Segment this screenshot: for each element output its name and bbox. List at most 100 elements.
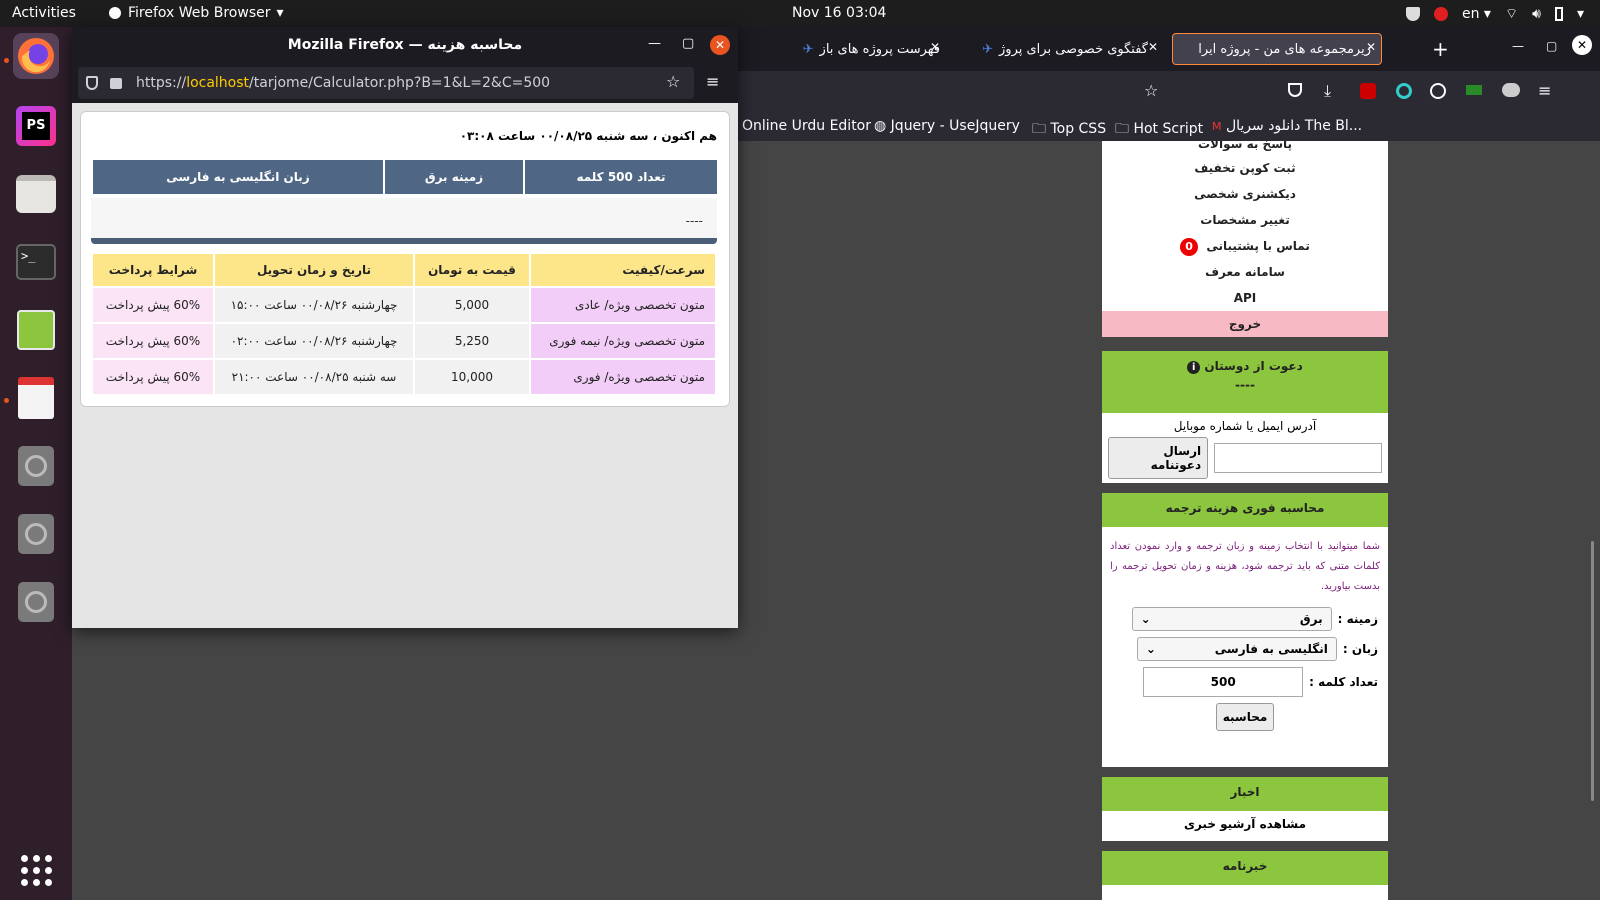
cell-quality: متون تخصصی ویژه/ فوری [531,360,715,394]
cell-price: 5,000 [415,288,529,322]
menu-icon[interactable]: ≡ [1538,81,1551,100]
download-icon[interactable]: ⤓ [1324,81,1331,101]
globe-icon: ◍ [874,118,887,134]
shield-icon[interactable] [86,76,98,90]
news-archive-link[interactable]: مشاهده آرشیو خبری [1102,811,1388,841]
cell-quality: متون تخصصی ویژه/ نیمه فوری [531,324,715,358]
close-icon[interactable]: ✕ [1366,40,1376,54]
language-select[interactable]: انگلیسی به فارسی ⌄ [1136,637,1337,661]
system-top-bar: Activities Firefox Web Browser ▾ Nov 16 … [0,0,1600,27]
chevron-down-icon: ⌄ [1140,612,1151,626]
dock-disk-2[interactable] [13,511,59,557]
menu-item-api[interactable]: API [1102,285,1388,311]
dock-terminal[interactable]: >_ [13,239,59,285]
field-select[interactable]: برق ⌄ [1131,607,1332,631]
summary-field: زمینه برق [385,160,523,194]
language-label: زبان : [1342,642,1378,656]
star-icon[interactable]: ☆ [1144,81,1158,100]
invite-code: ---- [1235,378,1255,392]
maximize-button[interactable]: ▢ [682,36,694,51]
invite-input[interactable] [1214,443,1382,473]
volume-icon[interactable]: 🔊︎ [1532,6,1541,22]
menu-icon[interactable]: ≡ [706,72,719,91]
star-icon[interactable]: ☆ [666,72,680,91]
bookmark-serial[interactable]: M دانلود سریال The Bl... [1212,118,1362,134]
col-payment: شرایط پرداخت [93,254,213,286]
tab-private-chat[interactable]: گفتگوی خصوصی برای پروژ ✈ [960,33,1158,65]
maximize-button[interactable]: ▢ [1546,39,1557,53]
minimize-button[interactable]: — [1512,39,1524,53]
network-icon[interactable]: ⌔ [1505,5,1518,23]
dock-text-editor[interactable] [13,307,59,353]
close-window-button[interactable]: ✕ [710,35,730,55]
table-row[interactable]: متون تخصصی ویژه/ فوری 10,000 سه شنبه ۰۰/… [93,360,715,394]
language-indicator[interactable]: en ▾ [1462,6,1491,22]
extension-icon[interactable] [1396,83,1412,99]
firefox-icon [18,38,54,74]
tab-my-subsets[interactable]: زیرمجموعه های من - پروژه ایرا [1172,33,1382,65]
news-panel: اخبار مشاهده آرشیو خبری [1102,777,1388,841]
pin-icon: ✈ [802,41,814,57]
app-menu[interactable]: Firefox Web Browser ▾ [108,5,284,21]
menu-item-exit[interactable]: خروج [1102,311,1388,337]
shield-icon[interactable] [1405,7,1420,21]
menu-item-referral[interactable]: سامانه معرف [1102,259,1388,285]
url-path: /tarjome/Calculator.php?B=1&L=2&C=500 [249,75,551,91]
cell-payment: 60% پیش پرداخت [93,288,213,322]
folder-icon: 🗀 [1032,121,1046,137]
app-grid-icon [20,854,52,886]
menu-item-dictionary[interactable]: دیکشنری شخصی [1102,181,1388,207]
bookmark-urdu-editor[interactable]: Online Urdu Editor [742,118,871,134]
new-tab-button[interactable]: + [1432,37,1449,61]
close-window-button[interactable]: ✕ [1572,35,1592,55]
clock[interactable]: Nov 16 03:04 [792,5,886,21]
calc-header: محاسبه فوری هزینه ترجمه [1102,493,1388,527]
dock-phpstorm[interactable]: PS [13,103,59,149]
minimize-button[interactable]: — [648,36,661,51]
calculator-popup-window: محاسبه هزینه — Mozilla Firefox — ▢ ✕ htt… [72,27,738,628]
tab-open-projects[interactable]: فهرست پروژه های باز ✈ [740,33,950,65]
dock-files[interactable] [13,171,59,217]
menu-item-support[interactable]: تماس با پشتیبانی 0 [1102,233,1388,259]
extension-icon[interactable] [1430,83,1446,99]
extension-icon[interactable] [1360,83,1376,99]
close-icon[interactable]: ✕ [930,40,940,54]
url-bar[interactable]: https://localhost/tarjome/Calculator.php… [78,67,694,99]
menu-item-coupon[interactable]: ثبت کوپن تخفیف [1102,155,1388,181]
table-row[interactable]: متون تخصصی ویژه/ نیمه فوری 5,250 چهارشنب… [93,324,715,358]
bookmark-hot-script[interactable]: 🗀 Hot Script [1115,118,1203,142]
bookmark-jquery[interactable]: ◍ Jquery - UseJquery [874,118,1020,134]
app-menu-label: Firefox Web Browser [128,5,271,21]
extension-icon[interactable] [1466,85,1482,95]
url-scheme: https:// [136,75,187,91]
calculate-button[interactable]: محاسبه [1215,703,1275,731]
extension-icon[interactable] [1502,83,1520,97]
terminal-icon: >_ [16,244,56,280]
activities-button[interactable]: Activities [12,5,76,21]
dock-firefox[interactable] [13,33,59,79]
lock-icon[interactable] [110,78,122,89]
menu-item-profile[interactable]: تغییر مشخصات [1102,207,1388,233]
url-host: localhost [186,75,250,91]
word-count-input[interactable]: 500 [1143,667,1304,697]
tab-label: گفتگوی خصوصی برای پروژ [999,41,1148,57]
send-invite-button[interactable]: ارسال دعوتنامه [1108,437,1209,479]
pin-icon: ✈ [982,41,994,57]
system-tray[interactable]: en ▾ ⌔ 🔊︎ ▾ [1405,5,1584,23]
dock-disk-3[interactable] [13,579,59,625]
battery-icon[interactable] [1554,7,1563,21]
pocket-icon[interactable] [1288,83,1302,97]
table-header-row: سرعت/کیفیت قیمت به تومان تاریخ و زمان تح… [93,254,715,286]
dock-document-viewer[interactable] [13,375,59,421]
notification-icon[interactable] [1433,7,1448,21]
info-icon[interactable]: i [1187,361,1201,374]
table-row[interactable]: متون تخصصی ویژه/ عادی 5,000 چهارشنبه ۰۰/… [93,288,715,322]
bookmark-top-css[interactable]: 🗀 Top CSS [1032,118,1106,142]
close-icon[interactable]: ✕ [1148,40,1158,54]
menu-item-faq[interactable]: پاسخ به سوالات [1102,141,1388,155]
show-apps-button[interactable] [13,847,59,893]
dock-disk-1[interactable] [13,443,59,489]
scrollbar[interactable] [1591,541,1594,801]
price-table: سرعت/کیفیت قیمت به تومان تاریخ و زمان تح… [91,252,717,396]
chevron-down-icon[interactable]: ▾ [1577,6,1584,22]
